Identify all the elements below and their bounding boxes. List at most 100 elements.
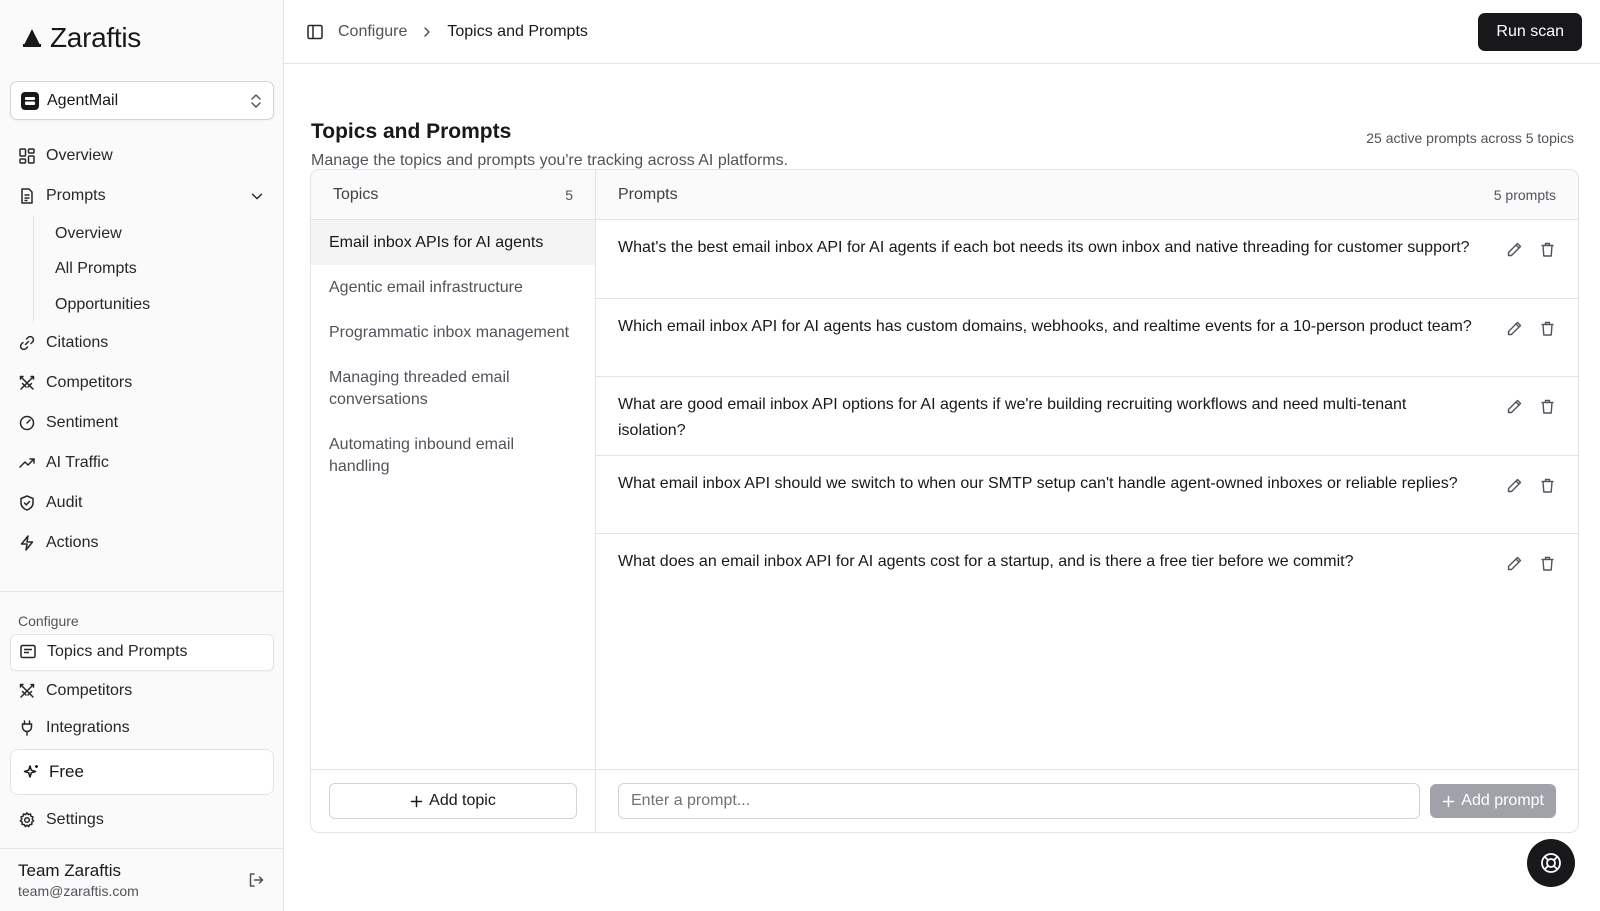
nav-overview[interactable]: Overview — [10, 136, 273, 176]
nav-citations-label: Citations — [46, 333, 109, 351]
topics-column: Topics 5 Email inbox APIs for AI agents … — [311, 170, 596, 832]
pencil-icon[interactable] — [1506, 398, 1523, 415]
workspace-icon — [21, 91, 39, 110]
nav-settings[interactable]: Settings — [10, 800, 273, 840]
document-icon — [21, 188, 33, 204]
nav-audit-label: Audit — [46, 493, 83, 511]
nav-audit[interactable]: Audit — [10, 483, 273, 523]
trash-icon[interactable] — [1539, 555, 1556, 572]
prompt-list: What's the best email inbox API for AI a… — [596, 220, 1578, 769]
nav-citations[interactable]: Citations — [10, 323, 273, 363]
prompts-header-label: Prompts — [618, 185, 678, 203]
topic-item[interactable]: Programmatic inbox management — [311, 310, 595, 355]
page-heading-group: Topics and Prompts Manage the topics and… — [311, 120, 788, 170]
page-header: Topics and Prompts Manage the topics and… — [284, 64, 1600, 170]
trash-icon[interactable] — [1539, 398, 1556, 415]
shield-check-icon — [20, 494, 34, 511]
topic-item[interactable]: Agentic email infrastructure — [311, 265, 595, 310]
prompts-footer: Add prompt — [596, 769, 1578, 832]
subnav-overview[interactable]: Overview — [46, 216, 273, 252]
nav-integrations[interactable]: Integrations — [10, 711, 274, 745]
sparkles-icon — [23, 764, 38, 778]
nav-topics-and-prompts[interactable]: Topics and Prompts — [10, 633, 274, 671]
nav-prompts[interactable]: Prompts — [10, 176, 273, 216]
pencil-icon[interactable] — [1506, 241, 1523, 258]
user-profile: Team Zaraftis team@zaraftis.com — [0, 848, 283, 911]
message-list-icon — [20, 644, 36, 659]
top-bar: Configure Topics and Prompts Run scan — [284, 0, 1600, 64]
prompt-text: Which email inbox API for AI agents has … — [618, 317, 1472, 335]
dashboard-icon — [19, 148, 35, 164]
run-scan-button[interactable]: Run scan — [1478, 12, 1582, 51]
trash-icon[interactable] — [1539, 477, 1556, 494]
pencil-icon[interactable] — [1506, 555, 1523, 572]
prompt-row: Which email inbox API for AI agents has … — [596, 299, 1578, 377]
prompt-row: What are good email inbox API options fo… — [596, 377, 1578, 456]
topics-header-label: Topics — [333, 185, 379, 203]
plug-icon — [21, 719, 33, 736]
breadcrumb-current: Topics and Prompts — [447, 22, 588, 40]
trash-icon[interactable] — [1539, 320, 1556, 337]
help-button[interactable] — [1527, 839, 1575, 887]
nav-competitors-label: Competitors — [46, 373, 133, 391]
chevron-up-down-icon — [251, 93, 261, 108]
subnav-opportunities[interactable]: Opportunities — [46, 287, 273, 323]
user-info: Team Zaraftis team@zaraftis.com — [18, 861, 247, 899]
sidebar-toggle-icon[interactable] — [306, 23, 324, 41]
link-icon — [19, 335, 35, 350]
chevron-right-icon — [424, 26, 431, 37]
subnav-all-prompts[interactable]: All Prompts — [46, 252, 273, 288]
topics-header: Topics 5 — [311, 170, 595, 220]
topic-list: Email inbox APIs for AI agents Agentic e… — [311, 220, 595, 769]
lightning-icon — [20, 534, 34, 551]
prompt-row: What does an email inbox API for AI agen… — [596, 534, 1578, 613]
nav-config-competitors[interactable]: Competitors — [10, 671, 274, 711]
add-prompt-button[interactable]: Add prompt — [1430, 784, 1556, 818]
workspace-switcher[interactable]: AgentMail — [10, 81, 274, 120]
prompt-row: What's the best email inbox API for AI a… — [596, 220, 1578, 299]
prompt-actions — [1506, 471, 1556, 494]
add-topic-label: Add topic — [429, 792, 496, 809]
pencil-icon[interactable] — [1506, 320, 1523, 337]
prompts-subnav: Overview All Prompts Opportunities — [33, 216, 273, 323]
add-topic-button[interactable]: Add topic — [329, 783, 577, 819]
trash-icon[interactable] — [1539, 241, 1556, 258]
topics-footer: Add topic — [311, 769, 595, 832]
prompt-actions — [1506, 235, 1556, 258]
nav-actions[interactable]: Actions — [10, 523, 273, 563]
topics-count: 5 — [565, 186, 573, 203]
prompts-count: 5 prompts — [1493, 186, 1556, 203]
topic-item[interactable]: Managing threaded email conversations — [311, 355, 595, 422]
trending-up-icon — [19, 457, 35, 468]
nav-settings-label: Settings — [46, 810, 104, 828]
prompt-actions — [1506, 314, 1556, 337]
topic-item[interactable]: Email inbox APIs for AI agents — [311, 220, 595, 265]
nav-topics-and-prompts-label: Topics and Prompts — [47, 643, 188, 660]
crossed-swords-icon — [19, 683, 35, 698]
plus-icon — [1443, 795, 1455, 807]
prompt-row: What email inbox API should we switch to… — [596, 456, 1578, 534]
nav-sentiment[interactable]: Sentiment — [10, 403, 273, 443]
gear-icon — [19, 811, 35, 827]
topic-item[interactable]: Automating inbound email handling — [311, 422, 595, 489]
chevron-down-icon — [251, 193, 263, 200]
brand-name: Zaraftis — [50, 22, 141, 53]
brand[interactable]: Zaraftis — [0, 0, 283, 76]
breadcrumb-parent[interactable]: Configure — [338, 23, 407, 41]
user-email: team@zaraftis.com — [18, 883, 139, 899]
workspace-name: AgentMail — [47, 91, 119, 109]
logout-icon[interactable] — [247, 871, 265, 889]
configure-nav: Topics and Prompts Competitors Integrati… — [0, 633, 283, 745]
prompt-input[interactable] — [618, 783, 1421, 819]
breadcrumb: Configure Topics and Prompts — [306, 23, 1478, 41]
page-description: Manage the topics and prompts you're tra… — [311, 152, 789, 169]
pencil-icon[interactable] — [1506, 477, 1523, 494]
plan-badge[interactable]: Free — [10, 748, 274, 795]
prompt-actions — [1506, 392, 1556, 415]
nav-config-competitors-label: Competitors — [46, 681, 133, 699]
main-content: Configure Topics and Prompts Run scan To… — [284, 0, 1600, 911]
settings-nav: Settings — [0, 795, 283, 840]
nav-sentiment-label: Sentiment — [46, 413, 119, 431]
nav-ai-traffic[interactable]: AI Traffic — [10, 443, 273, 483]
nav-competitors[interactable]: Competitors — [10, 363, 273, 403]
